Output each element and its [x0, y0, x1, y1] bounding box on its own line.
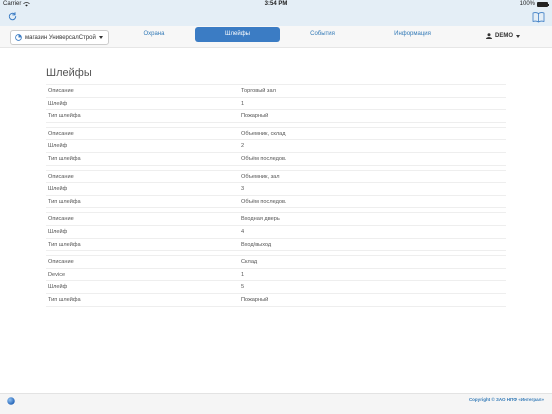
row-value: 5	[241, 284, 245, 291]
row-key: Тип шлейфа	[48, 113, 81, 120]
top-toolbar	[0, 9, 552, 26]
row-key: Описание	[48, 259, 74, 266]
user-menu[interactable]: DEMO	[486, 30, 520, 42]
row-key: Device	[48, 271, 66, 278]
row-key: Шлейф	[48, 100, 68, 107]
table-row: Шлейф 1	[46, 96, 506, 110]
loop-group: Описание Склад Device 1 Шлейф 5 Тип шлейфа П…	[46, 255, 506, 307]
table-row: Тип шлейфа Объём последов.	[46, 194, 506, 208]
tab-events[interactable]: События	[285, 27, 360, 42]
row-value: Объём последов.	[241, 155, 287, 162]
table-row: Описание Торговый зал	[46, 84, 506, 97]
row-key: Шлейф	[48, 228, 68, 235]
row-value: 2	[241, 143, 245, 150]
table-row: Описание Объемник, зал	[46, 169, 506, 183]
copyright-link[interactable]: Copyright © ЗАО НПФ «Интеграл»	[469, 397, 544, 402]
store-refresh-icon	[15, 34, 22, 41]
row-value: 3	[241, 186, 245, 193]
row-value: 1	[241, 271, 245, 278]
status-time: 3:54 PM	[264, 1, 288, 7]
row-key: Шлейф	[48, 143, 68, 150]
row-key: Описание	[48, 173, 74, 180]
book-icon[interactable]	[532, 11, 545, 23]
row-key: Описание	[48, 130, 74, 137]
row-value: Пожарный	[241, 296, 269, 303]
globe-icon[interactable]	[7, 397, 15, 405]
tab-info[interactable]: Информация	[375, 27, 450, 42]
row-key: Тип шлейфа	[48, 198, 81, 205]
chevron-down-icon	[516, 34, 520, 38]
row-key: Шлейф	[48, 284, 68, 291]
table-row: Описание Склад	[46, 255, 506, 268]
user-icon	[486, 33, 492, 39]
tab-guard[interactable]: Охрана	[118, 27, 190, 42]
tab-loops[interactable]: Шлейфы	[195, 27, 280, 42]
row-value: Торговый зал	[241, 88, 276, 94]
user-name: DEMO	[495, 33, 513, 39]
battery-icon	[537, 2, 549, 7]
row-value: Объемник, зал	[241, 173, 280, 180]
chevron-down-icon	[99, 36, 103, 39]
table-row: Тип шлейфа Вход/выход	[46, 237, 506, 251]
table-row: Описание Входная дверь	[46, 212, 506, 225]
table-row: Тип шлейфа Пожарный	[46, 109, 506, 122]
loops-table: Описание Торговый зал Шлейф 1 Тип шлейфа По…	[46, 84, 506, 311]
table-row: Описание Объемник, склад	[46, 126, 506, 140]
row-key: Тип шлейфа	[48, 241, 81, 248]
row-value: Объемник, склад	[241, 130, 286, 137]
row-key: Тип шлейфа	[48, 296, 81, 303]
store-select[interactable]: магазин УниверсалСтрой	[10, 30, 109, 45]
table-row: Тип шлейфа Пожарный	[46, 292, 506, 306]
table-row: Device 1	[46, 267, 506, 281]
row-value: Объём последов.	[241, 198, 287, 205]
table-row: Шлейф 4	[46, 224, 506, 238]
row-value: 4	[241, 228, 245, 235]
row-value: Вход/выход	[241, 241, 272, 248]
table-row: Шлейф 3	[46, 182, 506, 195]
loop-group: Описание Объемник, склад Шлейф 2 Тип шлейф…	[46, 126, 506, 166]
row-value: Склад	[241, 259, 258, 266]
table-row: Шлейф 2	[46, 139, 506, 152]
page-title: Шлейфы	[46, 67, 92, 79]
nav-bar: магазин УниверсалСтрой Охрана Шлейфы Соб…	[0, 26, 552, 48]
loop-group: Описание Торговый зал Шлейф 1 Тип шлейфа По…	[46, 84, 506, 123]
row-key: Описание	[48, 216, 74, 223]
row-value: 1	[241, 100, 245, 107]
row-key: Шлейф	[48, 186, 68, 193]
table-row: Тип шлейфа Объём последов.	[46, 151, 506, 165]
loop-group: Описание Входная дверь Шлейф 4 Тип шлейфа В…	[46, 212, 506, 252]
store-select-label: магазин УниверсалСтрой	[25, 34, 96, 41]
table-row: Шлейф 5	[46, 280, 506, 293]
battery-percent: 100%	[519, 1, 535, 7]
row-key: Описание	[48, 88, 74, 94]
battery-info: 100%	[519, 0, 549, 9]
loop-group: Описание Объемник, зал Шлейф 3 Тип шлейфа О…	[46, 169, 506, 209]
footer: Copyright © ЗАО НПФ «Интеграл»	[0, 393, 552, 414]
status-bar: Carrier 3:54 PM 100%	[0, 0, 552, 9]
refresh-icon[interactable]	[7, 11, 18, 22]
row-key: Тип шлейфа	[48, 155, 81, 162]
row-value: Пожарный	[241, 113, 269, 120]
row-value: Входная дверь	[241, 216, 280, 223]
